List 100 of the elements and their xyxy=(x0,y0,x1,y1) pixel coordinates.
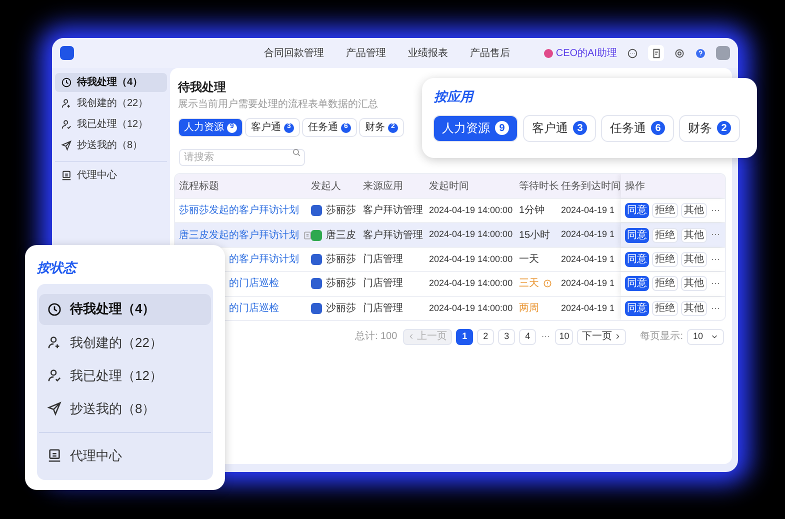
process-title-link[interactable]: 的门店巡检 xyxy=(229,276,279,292)
status-filter-item[interactable]: 待我处理（4） xyxy=(55,73,167,92)
action-button[interactable]: 拒绝 xyxy=(652,203,678,218)
assistant-icon xyxy=(544,48,553,58)
status-filter-item[interactable]: 待我处理（4） xyxy=(39,294,211,325)
table-cell-text: 门店管理 xyxy=(363,252,403,267)
nav-link[interactable]: 业绩报表 xyxy=(408,46,448,60)
action-button[interactable]: 其他 xyxy=(681,203,707,218)
action-button[interactable]: 拒绝 xyxy=(652,228,678,243)
table-cell-text: 2024-04-19 1 xyxy=(561,228,615,242)
table-cell-text: 2024-04-19 14:00:00 xyxy=(429,302,513,314)
help-icon xyxy=(695,48,706,58)
page-size-dropdown[interactable]: 10 xyxy=(686,328,724,345)
nav-link[interactable]: 产品管理 xyxy=(346,46,386,60)
table-cell-text: 客户拜访管理 xyxy=(363,204,423,218)
table-cell-text: 2024-04-19 14:00:00 xyxy=(429,204,513,217)
settings-icon xyxy=(674,48,685,58)
table-cell-text: 1分钟 xyxy=(519,204,545,218)
action-button[interactable]: 拒绝 xyxy=(652,252,678,267)
status-filter-item[interactable]: 代理中心 xyxy=(39,432,211,472)
status-filter-item[interactable]: 我已处理（12） xyxy=(39,360,211,392)
action-button[interactable]: 同意 xyxy=(625,228,649,243)
page-title: 待我处理 xyxy=(178,79,227,96)
document-button[interactable] xyxy=(648,45,664,61)
process-title-link[interactable]: 唐三皮发起的客户拜访计划 xyxy=(179,228,299,243)
column-header: 等待时长 xyxy=(519,180,559,194)
callout-title: 按应用 xyxy=(434,88,476,106)
column-header: 流程标题 xyxy=(179,180,219,194)
action-button[interactable]: 同意 xyxy=(625,252,649,267)
paper-plane-icon xyxy=(61,140,72,151)
more-button[interactable]: ⋯ xyxy=(710,252,721,266)
table-cell-text: 15小时 xyxy=(519,228,550,243)
page-button[interactable]: 1 xyxy=(456,328,474,345)
building-icon xyxy=(47,448,62,463)
app-tab[interactable]: 财务 2 xyxy=(680,116,739,140)
table-cell-text: 莎丽莎 xyxy=(326,252,356,267)
more-button[interactable]: ⋯ xyxy=(710,302,721,315)
action-button[interactable]: 同意 xyxy=(625,300,649,316)
page-button[interactable]: 4 xyxy=(519,328,536,345)
page-button[interactable]: 10 xyxy=(555,328,574,345)
action-button[interactable]: 同意 xyxy=(625,276,649,292)
clock-icon xyxy=(47,302,62,317)
status-filter-item[interactable]: 我创建的（22） xyxy=(55,94,167,113)
nav-link[interactable]: 产品售后 xyxy=(470,46,510,60)
status-filter-item[interactable]: 代理中心 xyxy=(55,161,167,184)
column-header: 发起人 xyxy=(311,180,341,194)
action-button[interactable]: 其他 xyxy=(681,300,707,316)
page-ellipsis: ··· xyxy=(540,330,552,344)
status-filter-item[interactable]: 抄送我的（8） xyxy=(55,136,167,155)
page-size-label: 每页显示: xyxy=(640,330,683,344)
table-cell-text: 门店管理 xyxy=(363,302,403,316)
column-header: 任务到达时间 xyxy=(561,180,621,194)
status-filter-item[interactable]: 我创建的（22） xyxy=(39,326,211,358)
table-cell-text: 2024-04-19 1 xyxy=(561,277,615,290)
document-icon xyxy=(650,48,662,58)
logo-icon xyxy=(60,46,74,60)
page-button[interactable]: 3 xyxy=(498,328,516,345)
nav-link[interactable]: 合同回款管理 xyxy=(264,46,324,60)
app-tab[interactable]: 任务通 6 xyxy=(602,116,673,140)
table-cell-text: 两周 xyxy=(519,302,539,316)
more-button[interactable]: ⋯ xyxy=(710,204,721,218)
action-button[interactable]: 其他 xyxy=(681,252,707,267)
more-button[interactable]: ⋯ xyxy=(710,228,721,242)
chevron-right-icon xyxy=(614,333,622,340)
action-button[interactable]: 其他 xyxy=(681,276,707,292)
status-filter-item[interactable]: 抄送我的（8） xyxy=(39,393,211,424)
page-button[interactable]: 2 xyxy=(477,328,494,345)
user-plus-icon xyxy=(47,334,62,350)
note-icon xyxy=(303,230,312,240)
action-button[interactable]: 其他 xyxy=(681,228,707,243)
app-tab[interactable]: 人力资源 9 xyxy=(434,116,517,140)
table-cell-text: 2024-04-19 1 xyxy=(561,204,615,217)
table-cell-text: 2024-04-19 14:00:00 xyxy=(429,228,513,242)
action-button[interactable]: 拒绝 xyxy=(652,276,678,292)
table-row[interactable]: 唐三皮发起的客户拜访计划 唐三皮 客户拜访管理 2024-04-19 14:00:00 15小时 2024-04-19 1 同意 拒绝 其他 ⋯ xyxy=(175,222,725,247)
total-count: 总计: 100 xyxy=(354,330,398,344)
page-subtitle: 展示当前用户需要处理的流程表单数据的汇总 xyxy=(178,98,379,112)
assistant-link[interactable]: CEO的AI助理 xyxy=(544,46,617,60)
chevron-down-icon xyxy=(711,333,718,340)
table-cell-text: 2024-04-19 14:00:00 xyxy=(429,277,513,290)
table-cell-text: 2024-04-19 1 xyxy=(561,302,615,314)
table-cell-text: 门店管理 xyxy=(363,276,403,292)
more-button[interactable]: ⋯ xyxy=(710,277,721,291)
status-filter-item[interactable]: 我已处理（12） xyxy=(55,115,167,134)
next-page-button[interactable]: 下一页 xyxy=(577,328,626,345)
count-badge: 3 xyxy=(573,121,587,135)
paper-plane-icon xyxy=(47,401,62,416)
building-icon xyxy=(61,170,72,180)
table-cell-text: 沙丽莎 xyxy=(326,302,356,316)
search-field[interactable]: 请搜索 xyxy=(179,149,305,166)
process-title-link[interactable]: 的客户拜访计划 xyxy=(229,252,299,267)
table-row[interactable]: 莎丽莎发起的客户拜访计划 莎丽莎 客户拜访管理 2024-04-19 14:00:00 1分钟 2024-04-19 1 同意 拒绝 其他 ⋯ xyxy=(175,198,725,222)
app-tab[interactable]: 客户通 3 xyxy=(524,116,595,140)
process-title-link[interactable]: 莎丽莎发起的客户拜访计划 xyxy=(179,203,299,218)
action-button[interactable]: 同意 xyxy=(625,203,649,218)
count-badge: 2 xyxy=(717,121,731,135)
table-cell-text: 2024-04-19 1 xyxy=(561,252,615,266)
action-button[interactable]: 拒绝 xyxy=(652,300,678,316)
table-cell-text: 2024-04-19 14:00:00 xyxy=(429,252,513,266)
process-title-link[interactable]: 的门店巡检 xyxy=(229,300,279,316)
